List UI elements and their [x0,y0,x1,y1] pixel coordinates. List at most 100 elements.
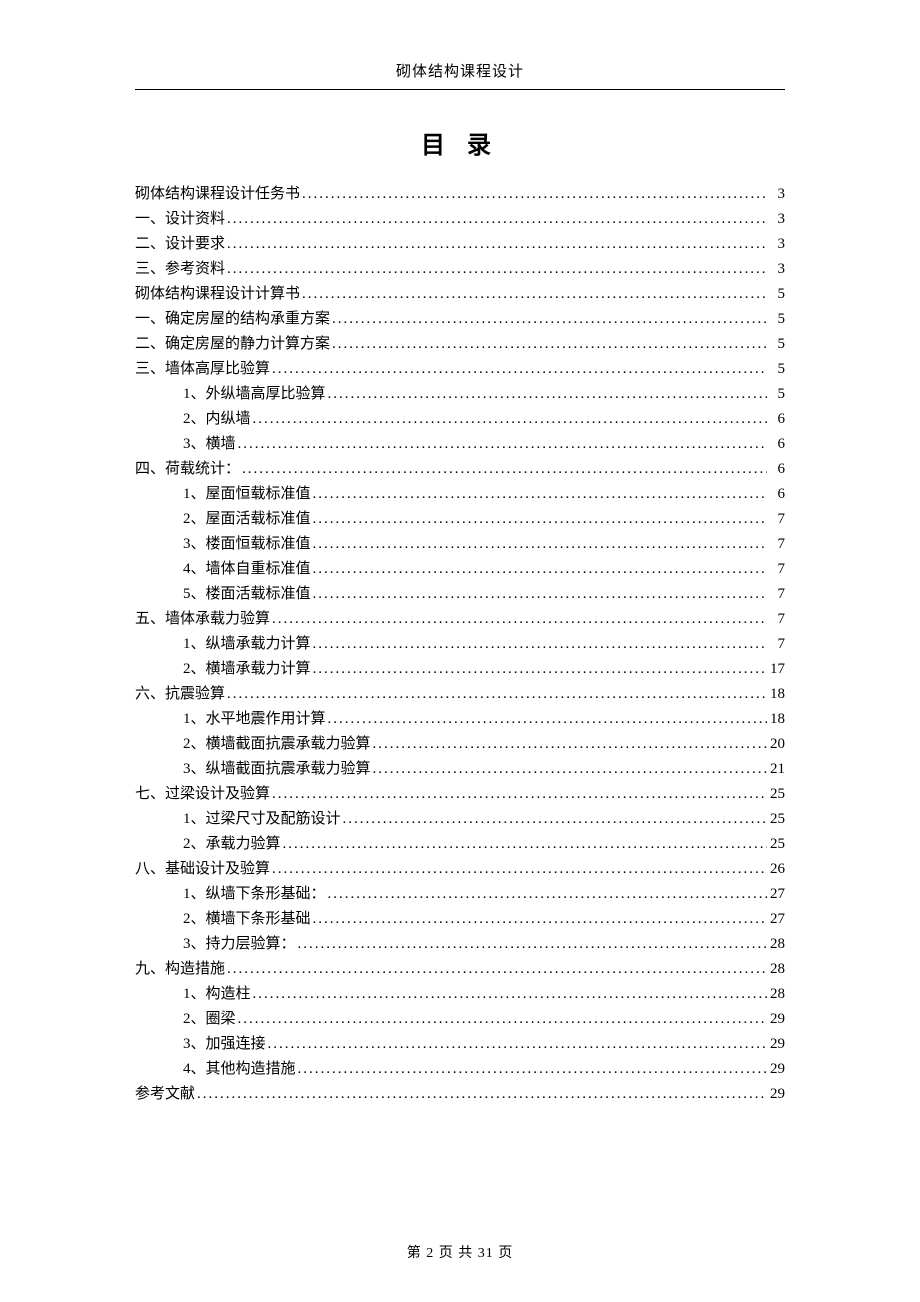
page-footer: 第 2 页 共 31 页 [0,1242,920,1262]
toc-leader-dots: ........................................… [330,332,767,357]
toc-entry-page: 27 [767,882,785,907]
toc-entry-page: 7 [767,507,785,532]
toc-entry: 砌体结构课程设计计算书.............................… [135,282,785,307]
toc-entry: 2、横墙截面抗震承载力验算...........................… [135,732,785,757]
toc-entry: 3、纵墙截面抗震承载力验算...........................… [135,757,785,782]
toc-leader-dots: ........................................… [300,182,767,207]
toc-leader-dots: ........................................… [236,1007,767,1032]
toc-entry-page: 28 [767,932,785,957]
toc-entry-page: 5 [767,382,785,407]
toc-leader-dots: ........................................… [311,532,767,557]
toc-title: 目 录 [135,125,785,160]
toc-entry: 3、持力层验算：................................… [135,932,785,957]
toc-entry-text: 2、横墙承载力计算 [183,657,311,682]
toc-entry: 4、墙体自重标准值...............................… [135,557,785,582]
toc-leader-dots: ........................................… [225,957,767,982]
toc-entry: 1、构造柱...................................… [135,982,785,1007]
toc-leader-dots: ........................................… [371,732,767,757]
toc-entry-text: 三、参考资料 [135,257,225,282]
toc-entry-page: 27 [767,907,785,932]
toc-entry: 1、外纵墙高厚比验算..............................… [135,382,785,407]
toc-entry-page: 26 [767,857,785,882]
toc-entry-text: 九、构造措施 [135,957,225,982]
toc-entry-text: 砌体结构课程设计任务书 [135,182,300,207]
toc-entry-page: 18 [767,682,785,707]
toc-entry-text: 一、设计资料 [135,207,225,232]
toc-entry-page: 28 [767,982,785,1007]
toc-leader-dots: ........................................… [311,632,767,657]
toc-entry-page: 5 [767,332,785,357]
toc-leader-dots: ........................................… [326,882,767,907]
toc-entry-page: 20 [767,732,785,757]
toc-entry: 四、荷载统计：.................................… [135,457,785,482]
toc-entry: 2、承载力验算.................................… [135,832,785,857]
toc-entry-text: 四、荷载统计： [135,457,240,482]
toc-entry-page: 3 [767,257,785,282]
toc-entry-page: 25 [767,807,785,832]
toc-entry: 九、构造措施..................................… [135,957,785,982]
toc-entry-page: 25 [767,782,785,807]
toc-leader-dots: ........................................… [270,857,767,882]
toc-leader-dots: ........................................… [326,707,767,732]
toc-leader-dots: ........................................… [270,782,767,807]
toc-entry: 二、设计要求..................................… [135,232,785,257]
toc-entry-text: 5、楼面活载标准值 [183,582,311,607]
toc-leader-dots: ........................................… [225,682,767,707]
toc-entry-text: 六、抗震验算 [135,682,225,707]
toc-entry-text: 1、屋面恒载标准值 [183,482,311,507]
toc-entry-text: 1、构造柱 [183,982,251,1007]
running-header: 砌体结构课程设计 [135,60,785,81]
toc-entry-text: 2、屋面活载标准值 [183,507,311,532]
toc-entry-text: 3、横墙 [183,432,236,457]
toc-entry: 砌体结构课程设计任务书.............................… [135,182,785,207]
toc-entry-text: 1、纵墙承载力计算 [183,632,311,657]
toc-entry-text: 三、墙体高厚比验算 [135,357,270,382]
toc-entry-text: 五、墙体承载力验算 [135,607,270,632]
toc-entry-page: 7 [767,582,785,607]
toc-leader-dots: ........................................… [296,932,767,957]
toc-entry: 一、设计资料..................................… [135,207,785,232]
toc-entry-page: 29 [767,1032,785,1057]
toc-entry: 2、圈梁....................................… [135,1007,785,1032]
toc-leader-dots: ........................................… [311,507,767,532]
toc-leader-dots: ........................................… [225,232,767,257]
toc-leader-dots: ........................................… [311,482,767,507]
toc-entry-page: 7 [767,632,785,657]
toc-leader-dots: ........................................… [311,582,767,607]
toc-entry-text: 3、持力层验算： [183,932,296,957]
header-rule [135,89,785,90]
toc-entry-page: 7 [767,557,785,582]
toc-entry-page: 29 [767,1057,785,1082]
toc-entry-page: 25 [767,832,785,857]
toc-entry: 八、基础设计及验算...............................… [135,857,785,882]
toc-entry-text: 1、过梁尺寸及配筋设计 [183,807,341,832]
toc-leader-dots: ........................................… [311,557,767,582]
toc-entry-text: 4、墙体自重标准值 [183,557,311,582]
toc-entry-text: 七、过梁设计及验算 [135,782,270,807]
toc-leader-dots: ........................................… [195,1082,767,1107]
toc-entry-page: 29 [767,1082,785,1107]
toc-entry-text: 一、确定房屋的结构承重方案 [135,307,330,332]
toc-entry: 1、纵墙承载力计算...............................… [135,632,785,657]
toc-entry: 参考文献....................................… [135,1082,785,1107]
toc-leader-dots: ........................................… [236,432,767,457]
toc-entry: 2、内纵墙...................................… [135,407,785,432]
toc-leader-dots: ........................................… [311,907,767,932]
toc-entry: 1、纵墙下条形基础：..............................… [135,882,785,907]
toc-entry-text: 2、横墙截面抗震承载力验算 [183,732,371,757]
toc-entry-page: 29 [767,1007,785,1032]
toc-leader-dots: ........................................… [281,832,767,857]
toc-entry-page: 28 [767,957,785,982]
toc-entry-page: 6 [767,482,785,507]
toc-entry: 三、墙体高厚比验算...............................… [135,357,785,382]
toc-entry: 六、抗震验算..................................… [135,682,785,707]
toc-leader-dots: ........................................… [270,607,767,632]
toc-entry-page: 17 [767,657,785,682]
toc-entry-text: 八、基础设计及验算 [135,857,270,882]
toc-leader-dots: ........................................… [296,1057,767,1082]
toc-entry-page: 7 [767,532,785,557]
toc-entry: 1、水平地震作用计算..............................… [135,707,785,732]
toc-entry: 3、楼面恒载标准值...............................… [135,532,785,557]
toc-leader-dots: ........................................… [311,657,767,682]
toc-entry: 3、加强连接..................................… [135,1032,785,1057]
